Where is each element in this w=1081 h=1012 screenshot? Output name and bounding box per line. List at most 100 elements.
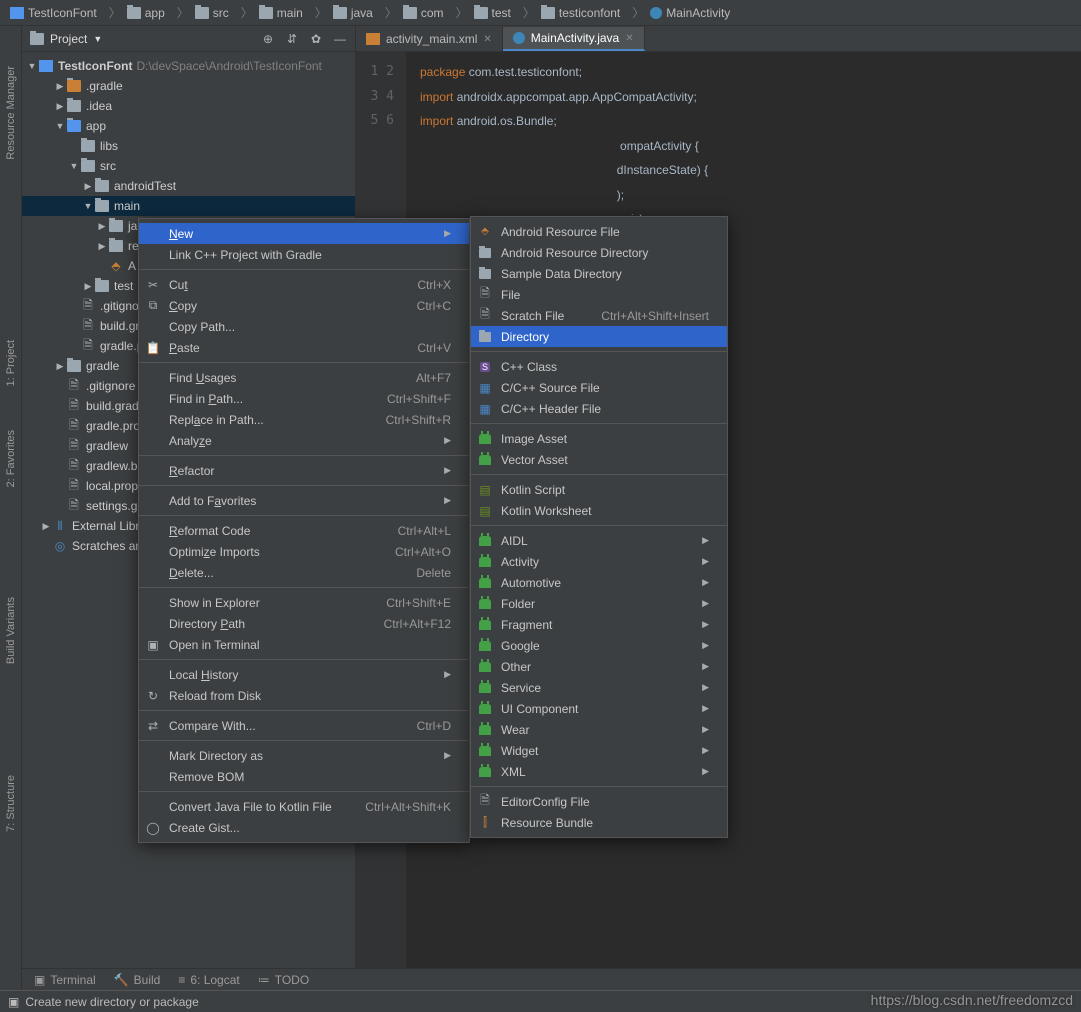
close-icon[interactable]: ✕ [625,33,633,44]
menu-item[interactable]: Remove BOM [139,766,469,787]
rail-tab[interactable]: Resource Manager [5,66,17,160]
editor-tab[interactable]: MainActivity.java✕ [503,27,645,51]
menu-item[interactable]: ⇄Compare With...Ctrl+D [139,715,469,736]
tree-item[interactable]: ▼main [22,196,355,216]
menu-item[interactable]: Automotive▶ [471,572,727,593]
settings-icon[interactable]: ✿ [309,32,323,46]
tree-item[interactable]: ▶.idea [22,96,355,116]
rail-tab[interactable]: 1: Project [5,340,17,386]
menu-item[interactable]: ⬘Android Resource File [471,221,727,242]
menu-item[interactable]: ▤Kotlin Script [471,479,727,500]
menu-item[interactable]: Copy Path... [139,316,469,337]
menu-item[interactable]: Service▶ [471,677,727,698]
menu-item[interactable]: Sample Data Directory [471,263,727,284]
project-title[interactable]: Project ▼ [30,32,261,46]
menu-item[interactable]: Link C++ Project with Gradle [139,244,469,265]
menu-item[interactable]: ▣Open in Terminal [139,634,469,655]
breadcrumb-item[interactable]: 〉app [103,4,169,21]
menu-item[interactable]: ↻Reload from Disk [139,685,469,706]
tool-tab[interactable]: ≔TODO [258,973,309,987]
rail-tab[interactable]: 2: Favorites [5,430,17,487]
tree-item[interactable]: ▶.gradle [22,76,355,96]
menu-item[interactable]: Find in Path...Ctrl+Shift+F [139,388,469,409]
menu-item[interactable]: Local History▶ [139,664,469,685]
menu-item[interactable]: Convert Java File to Kotlin FileCtrl+Alt… [139,796,469,817]
menu-item[interactable]: Google▶ [471,635,727,656]
menu-item[interactable]: Android Resource Directory [471,242,727,263]
menu-item[interactable]: ⫿Resource Bundle [471,812,727,833]
menu-item[interactable]: Other▶ [471,656,727,677]
menu-item[interactable]: ⧉CopyCtrl+C [139,295,469,316]
menu-item[interactable]: ◯Create Gist... [139,817,469,838]
menu-item[interactable]: Add to Favorites▶ [139,490,469,511]
menu-item[interactable]: SC++ Class [471,356,727,377]
menu-item[interactable]: Directory [471,326,727,347]
file-icon [366,33,380,45]
menu-item[interactable]: XML▶ [471,761,727,782]
menu-item[interactable]: Replace in Path...Ctrl+Shift+R [139,409,469,430]
menu-item[interactable]: 🗎Scratch FileCtrl+Alt+Shift+Insert [471,305,727,326]
menu-item[interactable]: ✂CutCtrl+X [139,274,469,295]
rail-tab[interactable]: Build Variants [5,597,17,664]
menu-item[interactable]: Folder▶ [471,593,727,614]
breadcrumb-item[interactable]: 〉testiconfont [517,4,624,21]
menu-item[interactable]: 📋PasteCtrl+V [139,337,469,358]
menu-item[interactable]: Mark Directory as▶ [139,745,469,766]
menu-item[interactable]: Activity▶ [471,551,727,572]
tree-item[interactable]: ▼src [22,156,355,176]
menu-item[interactable]: Find UsagesAlt+F7 [139,367,469,388]
menu-item[interactable]: Vector Asset [471,449,727,470]
tool-tab[interactable]: ▣Terminal [34,973,96,987]
breadcrumb-item[interactable]: TestIconFont [6,6,101,20]
menu-icon [477,767,493,777]
menu-item[interactable]: Delete...Delete [139,562,469,583]
menu-item[interactable]: 🗎File [471,284,727,305]
menu-item[interactable]: AIDL▶ [471,530,727,551]
breadcrumb-item[interactable]: 〉src [171,4,233,21]
tree-item[interactable]: ▼app [22,116,355,136]
breadcrumb-item[interactable]: 〉java [309,4,377,21]
menu-item[interactable]: UI Component▶ [471,698,727,719]
menu-item[interactable]: Show in ExplorerCtrl+Shift+E [139,592,469,613]
locate-icon[interactable]: ⊕ [261,32,275,46]
context-menu-main[interactable]: New▶Link C++ Project with Gradle ✂CutCtrl… [138,218,470,843]
menu-item[interactable]: Fragment▶ [471,614,727,635]
breadcrumb-item[interactable]: 〉MainActivity [626,4,734,21]
menu-item[interactable]: Optimize ImportsCtrl+Alt+O [139,541,469,562]
tool-tab[interactable]: 🔨Build [114,973,161,987]
menu-icon: ⫿ [477,815,493,830]
rail-tab[interactable]: 7: Structure [5,775,17,832]
close-icon[interactable]: ✕ [483,34,491,45]
submenu-arrow-icon: ▶ [702,724,709,735]
tool-icon: 🔨 [114,973,129,987]
tree-item[interactable]: ▶androidTest [22,176,355,196]
breadcrumb-item[interactable]: 〉test [450,4,515,21]
tool-tab[interactable]: ≡6: Logcat [178,973,239,987]
menu-item[interactable]: Reformat CodeCtrl+Alt+L [139,520,469,541]
menu-item[interactable]: Wear▶ [471,719,727,740]
editor-tab[interactable]: activity_main.xml✕ [356,27,503,51]
menu-item[interactable]: New▶ [139,223,469,244]
menu-item[interactable]: ▦C/C++ Header File [471,398,727,419]
tree-root[interactable]: ▼TestIconFontD:\devSpace\Android\TestIco… [22,56,355,76]
menu-item[interactable]: 🗎EditorConfig File [471,791,727,812]
menu-item[interactable]: Refactor▶ [139,460,469,481]
menu-icon [477,662,493,672]
menu-item[interactable]: Analyze▶ [139,430,469,451]
submenu-arrow-icon: ▶ [444,228,451,239]
menu-item[interactable]: ▤Kotlin Worksheet [471,500,727,521]
tree-item[interactable]: libs [22,136,355,156]
folder-icon [333,7,347,19]
project-icon [30,33,44,45]
menu-item[interactable]: Image Asset [471,428,727,449]
status-bar: ▣ Create new directory or package [0,990,1081,1012]
menu-item[interactable]: Widget▶ [471,740,727,761]
menu-item[interactable]: Directory PathCtrl+Alt+F12 [139,613,469,634]
menu-item[interactable]: ▦C/C++ Source File [471,377,727,398]
hide-icon[interactable]: — [333,32,347,46]
context-menu-new[interactable]: ⬘Android Resource FileAndroid Resource D… [470,216,728,838]
menu-icon [477,641,493,651]
breadcrumb-item[interactable]: 〉main [235,4,307,21]
breadcrumb-item[interactable]: 〉com [379,4,448,21]
collapse-icon[interactable]: ⇵ [285,32,299,46]
